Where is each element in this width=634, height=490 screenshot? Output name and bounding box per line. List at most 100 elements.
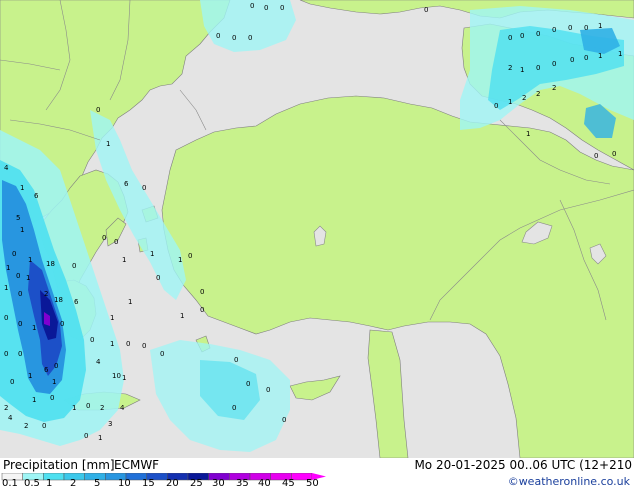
point-value: 4 bbox=[4, 164, 9, 172]
point-value: 1 bbox=[110, 340, 114, 348]
point-value: 0 bbox=[200, 288, 204, 296]
point-value: 0 bbox=[536, 64, 540, 72]
point-value: 1 bbox=[180, 312, 184, 320]
point-value: 6 bbox=[74, 298, 79, 306]
point-value: 0 bbox=[60, 320, 64, 328]
point-value: 0 bbox=[86, 402, 90, 410]
point-value: 0 bbox=[188, 252, 192, 260]
point-value: 0 bbox=[216, 32, 220, 40]
point-value: 0 bbox=[424, 6, 428, 14]
colorbar-tick-label: 10 bbox=[118, 478, 131, 489]
point-value: 1 bbox=[28, 256, 32, 264]
colorbar-tick-label: 0.1 bbox=[2, 478, 18, 489]
map-title: Precipitation [mm] bbox=[3, 458, 115, 472]
point-value: 0 bbox=[612, 150, 616, 158]
point-value: 0 bbox=[264, 4, 268, 12]
colorbar-tick-label: 50 bbox=[306, 478, 319, 489]
point-value: 1 bbox=[598, 52, 602, 60]
valid-time: Mo 20-01-2025 00..06 UTC (12+210 bbox=[414, 458, 632, 472]
point-value: 1 bbox=[178, 256, 182, 264]
point-value: 1 bbox=[98, 434, 102, 442]
point-value: 1 bbox=[72, 404, 76, 412]
point-value: 0 bbox=[570, 56, 574, 64]
point-value: 0 bbox=[552, 26, 556, 34]
point-value: 2 bbox=[552, 84, 556, 92]
point-value: 5 bbox=[16, 214, 20, 222]
point-value: 0 bbox=[282, 416, 286, 424]
point-value: 0 bbox=[18, 290, 22, 298]
colorbar-tick-label: 2 bbox=[70, 478, 77, 489]
point-value: 0 bbox=[12, 250, 16, 258]
point-value: 0 bbox=[54, 362, 58, 370]
point-value: 0 bbox=[18, 350, 22, 358]
colorbar-tick-label: 45 bbox=[282, 478, 295, 489]
colorbar-tick-label: 30 bbox=[212, 478, 225, 489]
point-value: 18 bbox=[54, 296, 63, 304]
point-value: 4 bbox=[120, 404, 125, 412]
point-value: 0 bbox=[280, 4, 284, 12]
point-value: 0 bbox=[4, 350, 8, 358]
point-value: 0 bbox=[96, 106, 100, 114]
model-name: ECMWF bbox=[114, 458, 160, 472]
point-value: 0 bbox=[232, 404, 236, 412]
point-value: 2 bbox=[24, 422, 28, 430]
point-value: 1 bbox=[526, 130, 530, 138]
point-value: 1 bbox=[26, 274, 30, 282]
point-value: 2 bbox=[44, 290, 48, 298]
point-value: 18 bbox=[46, 260, 55, 268]
point-value: 0 bbox=[552, 60, 556, 68]
point-value: 10 bbox=[112, 372, 121, 380]
credit-link[interactable]: ©weatheronline.co.uk bbox=[508, 475, 630, 488]
point-value: 4 bbox=[96, 358, 101, 366]
point-value: 1 bbox=[32, 324, 36, 332]
point-value: 0 bbox=[142, 184, 146, 192]
point-value: 1 bbox=[28, 372, 32, 380]
point-value: 0 bbox=[266, 386, 270, 394]
point-value: 0 bbox=[246, 380, 250, 388]
point-value: 1 bbox=[122, 256, 126, 264]
colorbar-tick-label: 35 bbox=[236, 478, 249, 489]
colorbar-tick-label: 1 bbox=[46, 478, 53, 489]
point-value: 6 bbox=[44, 366, 49, 374]
colorbar-tick-label: 0.5 bbox=[24, 478, 40, 489]
point-value: 0 bbox=[520, 32, 524, 40]
point-value: 0 bbox=[234, 356, 238, 364]
point-value: 6 bbox=[124, 180, 129, 188]
point-value: 2 bbox=[508, 64, 512, 72]
point-value: 1 bbox=[520, 66, 524, 74]
point-value: 2 bbox=[536, 90, 540, 98]
point-value: 0 bbox=[568, 24, 572, 32]
point-value: 0 bbox=[102, 234, 106, 242]
point-value: 1 bbox=[4, 284, 8, 292]
point-value: 1 bbox=[128, 298, 132, 306]
point-value: 0 bbox=[126, 340, 130, 348]
point-value: 4 bbox=[8, 414, 13, 422]
point-value: 1 bbox=[598, 22, 602, 30]
colorbar-tick-label: 25 bbox=[190, 478, 203, 489]
point-value: 2 bbox=[100, 404, 104, 412]
point-value: 0 bbox=[10, 378, 14, 386]
colorbar-tick-label: 15 bbox=[142, 478, 155, 489]
point-value: 0 bbox=[72, 262, 76, 270]
point-value: 2 bbox=[4, 404, 8, 412]
point-value: 0 bbox=[494, 102, 498, 110]
point-value: 0 bbox=[594, 152, 598, 160]
point-value: 3 bbox=[108, 420, 112, 428]
point-value: 2 bbox=[522, 94, 526, 102]
point-value: 1 bbox=[106, 140, 110, 148]
point-value: 1 bbox=[150, 250, 154, 258]
precipitation-map: 0 000 0 000 0 0 0 0 0 12 1 0 0 0 0 1 10 1 2 2210 06 00 011 0010… bbox=[0, 0, 634, 458]
point-value: 1 bbox=[32, 396, 36, 404]
colorbar-tick-label: 5 bbox=[94, 478, 101, 489]
point-value: 0 bbox=[50, 394, 54, 402]
point-value: 1 bbox=[20, 184, 24, 192]
point-value: 6 bbox=[34, 192, 39, 200]
point-value: 0 bbox=[250, 2, 254, 10]
point-value: 0 bbox=[160, 350, 164, 358]
point-value: 0 bbox=[142, 342, 146, 350]
point-value: 1 bbox=[6, 264, 10, 272]
point-value: 0 bbox=[508, 34, 512, 42]
point-value: 0 bbox=[114, 238, 118, 246]
point-value: 0 bbox=[536, 30, 540, 38]
map-footer: Precipitation [mm] ECMWF Mo 20-01-2025 0… bbox=[0, 458, 634, 490]
